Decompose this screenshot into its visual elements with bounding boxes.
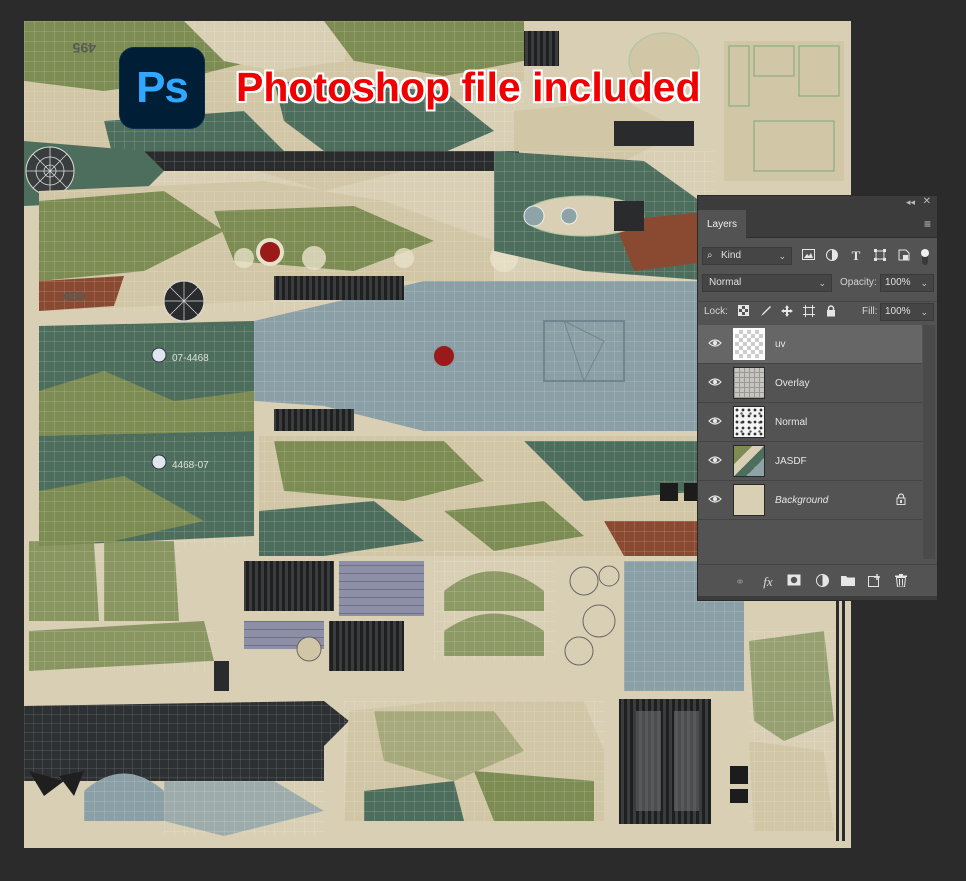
layer-row-overlay[interactable]: Overlay bbox=[698, 364, 922, 403]
lock-artboard-icon[interactable] bbox=[802, 305, 816, 319]
serial-left-text: 480 bbox=[62, 288, 86, 304]
panel-footer: ⚭ fx bbox=[698, 564, 937, 600]
close-panel-icon[interactable]: ✕ bbox=[923, 196, 931, 207]
layer-thumbnail[interactable] bbox=[733, 328, 765, 360]
parts-lower-left bbox=[29, 541, 424, 691]
opacity-label: Opacity: bbox=[840, 277, 877, 288]
opacity-input[interactable]: 100% ⌄ bbox=[880, 274, 934, 292]
wheel-parts bbox=[434, 551, 620, 666]
panel-title-bar[interactable]: ◂◂ ✕ bbox=[698, 196, 937, 210]
panel-menu-icon[interactable]: ≡ bbox=[924, 217, 931, 231]
visibility-eye-icon[interactable] bbox=[708, 416, 722, 428]
layers-panel: ◂◂ ✕ Layers ≡ ⌕ Kind ⌄ T Normal ⌄ Opacit… bbox=[697, 195, 938, 601]
visibility-eye-icon[interactable] bbox=[708, 494, 722, 506]
adjustment-filter-icon[interactable] bbox=[825, 249, 839, 263]
layer-thumbnail[interactable] bbox=[733, 484, 765, 516]
layer-row-background[interactable]: Background bbox=[698, 481, 922, 520]
blend-mode-value: Normal bbox=[709, 277, 742, 288]
layer-name[interactable]: JASDF bbox=[775, 456, 807, 467]
filter-row: ⌕ Kind ⌄ T bbox=[698, 247, 937, 267]
layer-list: uv Overlay Normal JASDF Background bbox=[698, 325, 922, 520]
fill-input[interactable]: 100% ⌄ bbox=[880, 303, 934, 321]
chevron-down-icon: ⌄ bbox=[920, 278, 928, 288]
filter-kind-label: Kind bbox=[721, 250, 742, 261]
fill-label: Fill: bbox=[862, 306, 878, 317]
layer-row-normal[interactable]: Normal bbox=[698, 403, 922, 442]
layer-name[interactable]: uv bbox=[775, 339, 786, 350]
dark-wing-panel bbox=[24, 701, 349, 836]
blend-row: Normal ⌄ Opacity: 100% ⌄ bbox=[698, 274, 937, 294]
layer-name[interactable]: Overlay bbox=[775, 378, 809, 389]
add-mask-icon[interactable] bbox=[786, 574, 802, 590]
fill-value: 100% bbox=[885, 306, 911, 317]
delete-layer-icon[interactable] bbox=[893, 574, 909, 590]
serial-top-text: 495 bbox=[72, 40, 96, 56]
panel-bottom-bar bbox=[698, 596, 937, 600]
layer-thumbnail[interactable] bbox=[733, 445, 765, 477]
blend-mode-dropdown[interactable]: Normal ⌄ bbox=[702, 274, 832, 292]
lock-image-pixels-icon[interactable] bbox=[758, 305, 772, 319]
chevron-down-icon: ⌄ bbox=[778, 251, 786, 261]
search-icon: ⌕ bbox=[707, 250, 713, 261]
visibility-eye-icon[interactable] bbox=[708, 455, 722, 467]
lock-transparent-pixels-icon[interactable] bbox=[736, 305, 750, 319]
layer-thumbnail[interactable] bbox=[733, 367, 765, 399]
filter-kind-dropdown[interactable]: ⌕ Kind ⌄ bbox=[702, 247, 792, 265]
visibility-eye-icon[interactable] bbox=[708, 377, 722, 389]
layer-row-uv[interactable]: uv bbox=[698, 325, 922, 364]
lock-label: Lock: bbox=[704, 306, 728, 317]
chevron-down-icon: ⌄ bbox=[920, 307, 928, 317]
lock-row: Lock: Fill: 100% ⌄ bbox=[698, 301, 937, 321]
collapse-panel-icon[interactable]: ◂◂ bbox=[906, 197, 915, 208]
visibility-eye-icon[interactable] bbox=[708, 338, 722, 350]
layer-name[interactable]: Background bbox=[775, 495, 828, 506]
lock-all-icon[interactable] bbox=[824, 305, 838, 319]
fx-icon[interactable]: fx bbox=[760, 574, 776, 590]
tab-layers[interactable]: Layers bbox=[698, 210, 746, 238]
image-filter-icon[interactable] bbox=[801, 249, 815, 263]
tail-code-1: 07-4468 bbox=[172, 353, 209, 364]
filter-toggle-switch[interactable] bbox=[920, 248, 930, 266]
tail-code-2: 4468-07 bbox=[172, 460, 209, 471]
link-layers-icon[interactable]: ⚭ bbox=[732, 574, 748, 590]
opacity-value: 100% bbox=[885, 277, 911, 288]
canopy-panels bbox=[344, 699, 711, 824]
layer-lock-icon[interactable] bbox=[896, 493, 908, 505]
fuselage-side-camo bbox=[259, 436, 704, 556]
promo-headline: Photoshop file included bbox=[236, 64, 701, 110]
panel-tab-bar: Layers ≡ bbox=[698, 210, 937, 238]
new-layer-icon[interactable] bbox=[866, 574, 882, 590]
layer-row-jasdf[interactable]: JASDF bbox=[698, 442, 922, 481]
layer-thumbnail[interactable] bbox=[733, 406, 765, 438]
layer-list-scrollbar[interactable] bbox=[923, 325, 935, 559]
smart-object-filter-icon[interactable] bbox=[897, 249, 911, 263]
layer-name[interactable]: Normal bbox=[775, 417, 807, 428]
photoshop-logo: Ps bbox=[120, 48, 204, 128]
new-group-icon[interactable] bbox=[840, 574, 856, 590]
photoshop-logo-text: Ps bbox=[136, 63, 189, 112]
type-filter-icon[interactable]: T bbox=[849, 249, 863, 263]
lock-position-icon[interactable] bbox=[780, 305, 794, 319]
chevron-down-icon: ⌄ bbox=[818, 278, 826, 288]
shape-filter-icon[interactable] bbox=[873, 249, 887, 263]
adjustment-layer-icon[interactable] bbox=[814, 574, 830, 590]
